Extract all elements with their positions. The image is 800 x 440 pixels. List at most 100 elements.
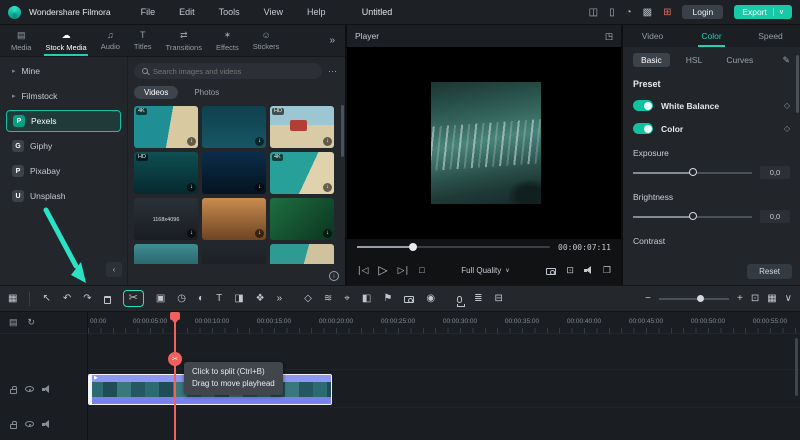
- timeline-ruler[interactable]: 00:00 00:00:05:00 00:00:10:00 00:00:15:0…: [88, 312, 800, 334]
- white-balance-toggle[interactable]: [633, 100, 653, 111]
- keyframe-icon[interactable]: ◇: [784, 101, 790, 110]
- motion-tracking-icon[interactable]: ⌖: [344, 293, 350, 304]
- delete-icon[interactable]: [103, 295, 111, 304]
- tab-video[interactable]: Video: [623, 25, 682, 47]
- track-lane[interactable]: [88, 408, 800, 440]
- zoom-to-fit-icon[interactable]: ⊡: [751, 293, 759, 304]
- record-icon[interactable]: ◉: [426, 293, 435, 304]
- filter-photos[interactable]: Photos: [184, 86, 229, 99]
- stop-button[interactable]: □: [419, 265, 424, 275]
- quality-dropdown[interactable]: Full Quality ∨: [461, 266, 509, 275]
- sidebar-item-pexels[interactable]: P Pexels: [6, 110, 121, 132]
- subtab-curves[interactable]: Curves: [718, 53, 761, 67]
- effects-icon[interactable]: ❖: [256, 293, 265, 304]
- video-thumbnail[interactable]: 4K ↓: [270, 152, 334, 194]
- fit-ratio-icon[interactable]: ⊡: [566, 265, 574, 276]
- sidebar-item-filmstock[interactable]: ▸ Filmstock: [6, 85, 121, 107]
- grid-scrollbar[interactable]: [341, 105, 344, 157]
- brightness-value[interactable]: 0,0: [760, 210, 790, 223]
- menu-tools[interactable]: Tools: [211, 7, 248, 17]
- download-icon[interactable]: ↓: [323, 137, 332, 146]
- subtab-basic[interactable]: Basic: [633, 53, 670, 67]
- lock-track-icon[interactable]: [10, 385, 17, 394]
- download-icon[interactable]: ↓: [187, 137, 196, 146]
- audio-mixer-icon[interactable]: ≣: [474, 293, 482, 304]
- video-thumbnail[interactable]: ↓: [270, 198, 334, 240]
- reset-button[interactable]: Reset: [747, 264, 792, 279]
- video-thumbnail[interactable]: HD ↓: [270, 106, 334, 148]
- exposure-value[interactable]: 0,0: [760, 166, 790, 179]
- undo-icon[interactable]: ↶: [63, 293, 71, 304]
- search-field[interactable]: [153, 66, 314, 76]
- video-thumbnail[interactable]: 1168x4096 ↓: [134, 198, 198, 240]
- toggle-visibility-icon[interactable]: [25, 386, 34, 392]
- auto-ripple-icon[interactable]: ⊟: [494, 293, 502, 304]
- download-icon[interactable]: ↓: [323, 229, 332, 238]
- info-icon[interactable]: i: [329, 271, 339, 281]
- brightness-slider[interactable]: [633, 212, 752, 220]
- video-thumbnail[interactable]: ↓: [270, 244, 334, 264]
- player-display-icon[interactable]: ◳: [605, 31, 613, 42]
- storyboard-icon[interactable]: ▦: [8, 293, 17, 304]
- redo-icon[interactable]: ↷: [83, 293, 91, 304]
- video-thumbnail[interactable]: 4K ↓: [134, 106, 198, 148]
- subtab-hsl[interactable]: HSL: [678, 53, 711, 67]
- voiceover-icon[interactable]: [456, 295, 465, 307]
- sidebar-item-pixabay[interactable]: P Pixabay: [6, 160, 121, 182]
- cart-icon[interactable]: ⊞: [663, 7, 671, 18]
- download-icon[interactable]: ↓: [255, 229, 264, 238]
- sidebar-item-giphy[interactable]: G Giphy: [6, 135, 121, 157]
- filter-videos[interactable]: Videos: [134, 86, 179, 99]
- tab-stickers[interactable]: ☺ Stickers: [246, 25, 287, 56]
- mobile-export-icon[interactable]: ▯: [609, 7, 615, 18]
- notifications-icon[interactable]: ◔: [626, 7, 632, 18]
- split-button[interactable]: ✂: [122, 290, 144, 307]
- color-toggle[interactable]: [633, 123, 653, 134]
- login-button[interactable]: Login: [682, 5, 724, 19]
- workspace-icon[interactable]: ◫: [589, 7, 598, 18]
- timeline-view-icon[interactable]: ▦: [767, 293, 776, 304]
- more-tools-icon[interactable]: »: [277, 293, 283, 304]
- fullscreen-icon[interactable]: ❐: [603, 265, 611, 276]
- snapshot-icon[interactable]: [404, 296, 415, 303]
- menu-view[interactable]: View: [256, 7, 291, 17]
- manage-tracks-icon[interactable]: ▤: [9, 317, 18, 328]
- split-scissors-icon[interactable]: ✂: [129, 293, 138, 304]
- volume-icon[interactable]: [583, 266, 593, 274]
- keyframe-icon[interactable]: ◇: [304, 293, 312, 304]
- playhead[interactable]: ✂: [168, 312, 182, 440]
- tab-stock-media[interactable]: ☁ Stock Media: [38, 25, 93, 56]
- sidebar-item-mine[interactable]: ▸ Mine: [6, 60, 121, 82]
- zoom-out-icon[interactable]: −: [645, 293, 651, 304]
- text-tool-icon[interactable]: T: [216, 293, 222, 304]
- gift-icon[interactable]: ▩: [643, 7, 652, 18]
- preview-stage[interactable]: [347, 47, 621, 239]
- snapshot-icon[interactable]: [546, 267, 557, 275]
- menu-edit[interactable]: Edit: [171, 7, 203, 17]
- marker-icon[interactable]: ⚑: [383, 293, 392, 304]
- tab-speed[interactable]: Speed: [741, 25, 800, 47]
- speed-icon[interactable]: ◷: [177, 293, 186, 304]
- menu-help[interactable]: Help: [299, 7, 334, 17]
- seek-bar[interactable]: [357, 243, 551, 251]
- search-input[interactable]: [134, 63, 322, 79]
- color-correction-icon[interactable]: ◐: [198, 293, 204, 304]
- keyframe-icon[interactable]: ◇: [784, 124, 790, 133]
- pointer-tool-icon[interactable]: ↖: [42, 293, 50, 304]
- download-icon[interactable]: ↓: [323, 183, 332, 192]
- split-playhead-icon[interactable]: ✂: [168, 352, 182, 366]
- video-thumbnail[interactable]: HD ↓: [134, 152, 198, 194]
- download-icon[interactable]: ↓: [255, 183, 264, 192]
- download-icon[interactable]: ↓: [187, 229, 196, 238]
- play-button[interactable]: ▷: [378, 263, 387, 277]
- tab-color[interactable]: Color: [682, 25, 741, 47]
- video-thumbnail[interactable]: ↓: [202, 152, 266, 194]
- tab-media[interactable]: ▤ Media: [4, 25, 38, 56]
- save-preset-icon[interactable]: ✎: [782, 55, 790, 66]
- tab-effects[interactable]: ✶ Effects: [209, 25, 246, 56]
- zoom-in-icon[interactable]: +: [737, 293, 743, 304]
- video-thumbnail[interactable]: ↓: [202, 106, 266, 148]
- video-thumbnail[interactable]: ↓: [202, 244, 266, 264]
- lock-track-icon[interactable]: [10, 420, 17, 429]
- speed-ramp-icon[interactable]: ≋: [324, 293, 332, 304]
